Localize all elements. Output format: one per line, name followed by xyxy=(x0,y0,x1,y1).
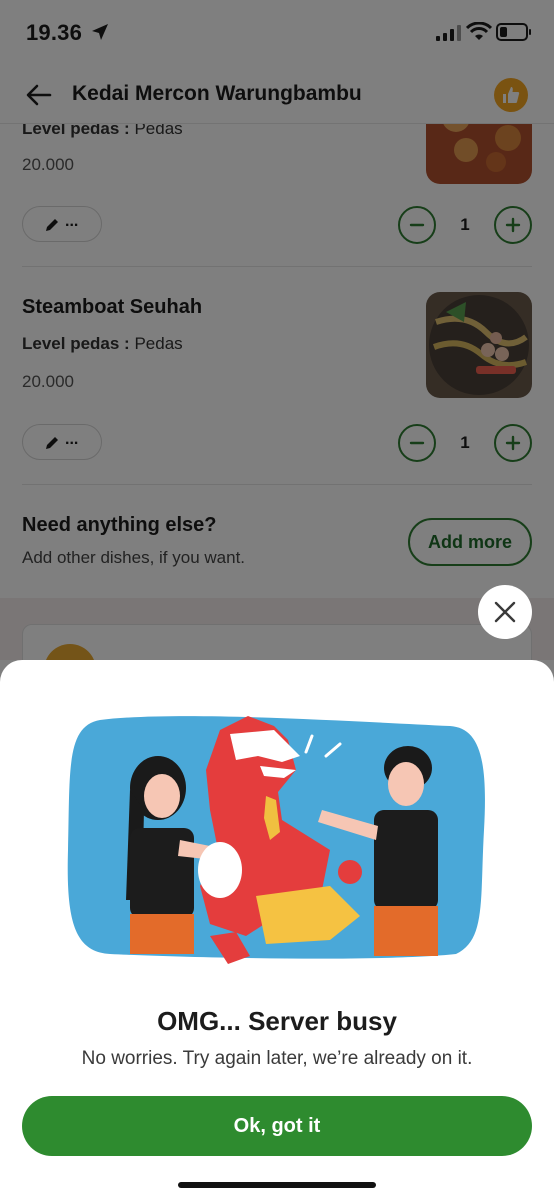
close-icon xyxy=(494,601,516,623)
server-busy-illustration xyxy=(67,716,485,964)
error-bottom-sheet: OMG... Server busy No worries. Try again… xyxy=(0,660,554,1200)
dialog-title: OMG... Server busy xyxy=(157,1006,397,1036)
ok-button[interactable]: Ok, got it xyxy=(22,1096,532,1156)
close-button[interactable] xyxy=(478,585,532,639)
dialog-message: No worries. Try again later, we’re alrea… xyxy=(81,1048,473,1069)
home-indicator[interactable] xyxy=(178,1182,376,1188)
